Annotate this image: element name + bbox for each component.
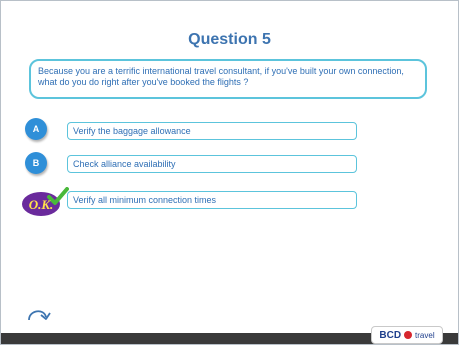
ok-check-icon: O.K.	[22, 187, 69, 216]
logo-sub-text: travel	[415, 330, 435, 340]
logo-dot-icon	[404, 331, 413, 339]
bcd-travel-logo: BCD travel	[371, 326, 443, 344]
answer-text-b[interactable]: Check alliance availability	[67, 155, 357, 173]
answer-text-a[interactable]: Verify the baggage allowance	[67, 122, 357, 140]
question-text-box: Because you are a terrific international…	[29, 59, 427, 99]
logo-main-text: BCD	[379, 329, 402, 341]
answer-text-c[interactable]: Verify all minimum connection times	[67, 191, 357, 209]
option-a-badge[interactable]: A	[25, 118, 47, 140]
question-text: Because you are a terrific international…	[38, 66, 404, 87]
quiz-slide: Question 5 Because you are a terrific in…	[0, 0, 459, 345]
replay-arrow-icon[interactable]	[26, 304, 52, 326]
ok-label: O.K.	[29, 197, 54, 212]
question-title: Question 5	[188, 31, 271, 48]
option-b-badge[interactable]: B	[25, 152, 47, 174]
